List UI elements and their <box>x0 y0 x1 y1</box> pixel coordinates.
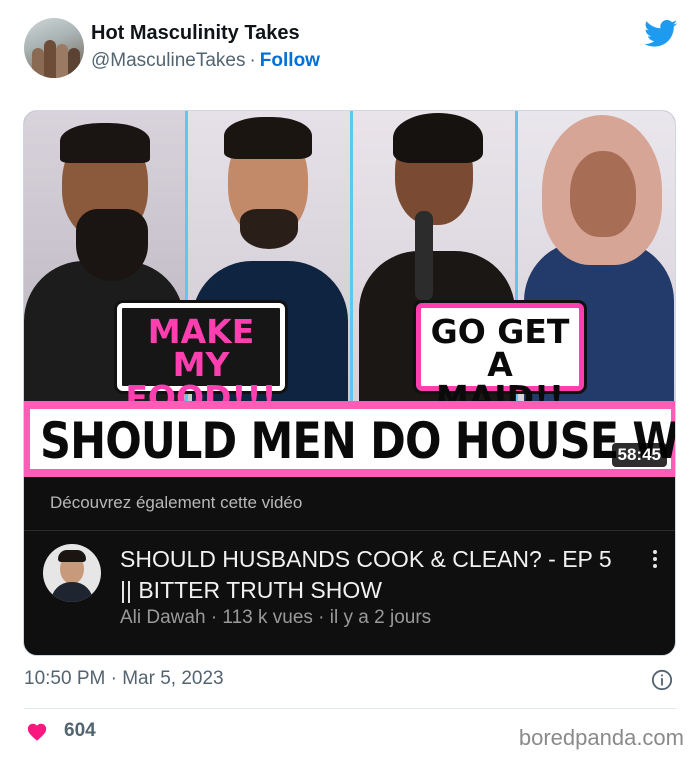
video-card[interactable]: MAKE MY FOOD!!! GO GET A MAID!! SHOULD M… <box>23 110 676 656</box>
follow-button[interactable]: Follow <box>260 50 320 71</box>
author-name[interactable]: Hot Masculinity Takes <box>91 22 300 45</box>
speech-bubble-right: GO GET A MAID!! <box>416 303 584 414</box>
related-video-label: Découvrez également cette vidéo <box>50 493 303 512</box>
info-icon[interactable] <box>651 669 673 691</box>
author-avatar[interactable] <box>24 18 84 78</box>
speech-bubble-left: MAKE MY FOOD!!! <box>117 303 285 414</box>
like-count[interactable]: 604 <box>64 720 96 742</box>
footer-divider <box>24 708 676 709</box>
title-banner-inner: SHOULD MEN DO HOUSE WORK? <box>30 409 675 470</box>
video-duration-badge: 58:45 <box>611 443 667 467</box>
author-handle-row: @MasculineTakes · Follow <box>91 50 320 72</box>
video-thumbnail[interactable]: MAKE MY FOOD!!! GO GET A MAID!! SHOULD M… <box>24 111 675 477</box>
channel-avatar[interactable] <box>43 544 101 602</box>
author-handle[interactable]: @MasculineTakes <box>91 50 245 71</box>
twitter-bird-icon[interactable] <box>644 20 678 48</box>
related-video-meta: Ali Dawah · 113 k vues · il y a 2 jours <box>120 607 432 628</box>
heart-icon[interactable] <box>26 721 48 743</box>
separator-dot: · <box>249 50 256 71</box>
related-video-title[interactable]: SHOULD HUSBANDS COOK & CLEAN? - EP 5 || … <box>120 544 620 606</box>
banner-text: SHOULD MEN DO HOUSE WORK? <box>40 412 676 470</box>
divider <box>24 530 675 531</box>
tweet-timestamp[interactable]: 10:50 PM · Mar 5, 2023 <box>24 668 224 690</box>
more-vertical-icon[interactable] <box>649 547 661 571</box>
watermark: boredpanda.com <box>518 725 684 750</box>
tweet-card: Hot Masculinity Takes @MasculineTakes · Fo… <box>0 0 700 759</box>
title-banner: SHOULD MEN DO HOUSE WORK? <box>24 401 675 477</box>
